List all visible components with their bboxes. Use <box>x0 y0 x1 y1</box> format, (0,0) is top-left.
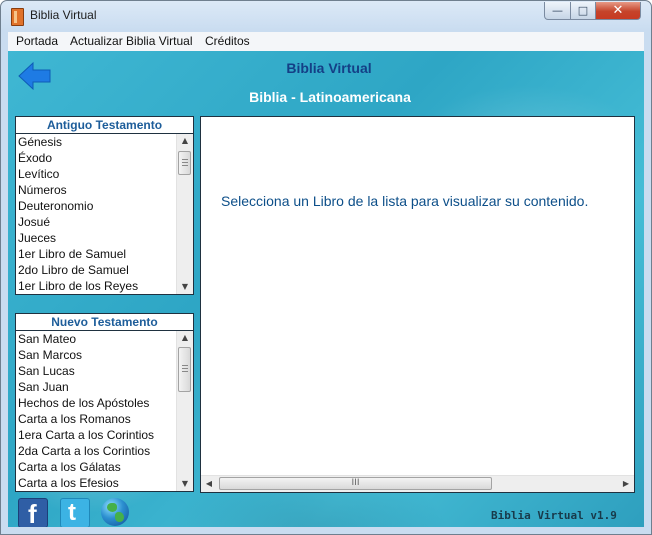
book-item[interactable]: Éxodo <box>18 150 177 166</box>
scroll-down-arrow-icon[interactable]: ▼ <box>177 477 193 491</box>
book-item[interactable]: Hechos de los Apóstoles <box>18 395 177 411</box>
globe-icon[interactable] <box>101 498 129 526</box>
app-title: Biblia Virtual <box>286 60 372 76</box>
book-item[interactable]: Carta a los Romanos <box>18 411 177 427</box>
book-item[interactable]: San Mateo <box>18 331 177 347</box>
scroll-thumb[interactable] <box>178 347 191 392</box>
horizontal-scroll-thumb[interactable]: III <box>219 477 492 490</box>
scroll-right-arrow-icon[interactable]: ▶ <box>618 476 634 492</box>
horizontal-scrollbar[interactable]: ◀ III ▶ <box>201 475 634 492</box>
book-item[interactable]: Números <box>18 182 177 198</box>
book-item[interactable]: San Juan <box>18 379 177 395</box>
old-testament-list[interactable]: Génesis Éxodo Levítico Números Deuterono… <box>16 134 193 294</box>
scroll-up-arrow-icon[interactable]: ▲ <box>177 134 193 148</box>
old-testament-scrollbar[interactable]: ▲ ▼ <box>176 134 193 294</box>
maximize-button[interactable]: □ <box>570 2 596 20</box>
scroll-thumb[interactable] <box>178 151 191 175</box>
title-bar[interactable]: Biblia Virtual — □ ✕ <box>1 1 651 31</box>
menu-creditos[interactable]: Créditos <box>205 34 250 48</box>
book-item[interactable]: 1er Libro de los Reyes <box>18 278 177 294</box>
new-testament-list[interactable]: San Mateo San Marcos San Lucas San Juan … <box>16 331 193 491</box>
book-item[interactable]: Carta a los Efesios <box>18 475 177 491</box>
book-item[interactable]: 2da Carta a los Corintios <box>18 443 177 459</box>
book-item[interactable]: San Marcos <box>18 347 177 363</box>
new-testament-panel: Nuevo Testamento San Mateo San Marcos Sa… <box>15 313 194 492</box>
scroll-up-arrow-icon[interactable]: ▲ <box>177 331 193 345</box>
book-item[interactable]: 2do Libro de Samuel <box>18 262 177 278</box>
menu-bar: Portada Actualizar Biblia Virtual Crédit… <box>8 32 644 52</box>
window-title: Biblia Virtual <box>30 8 97 22</box>
new-testament-title: Nuevo Testamento <box>16 314 193 331</box>
bible-version-title: Biblia - Latinoamericana <box>249 89 411 105</box>
facebook-icon[interactable]: f <box>18 498 48 527</box>
book-item[interactable]: Génesis <box>18 134 177 150</box>
book-item[interactable]: 1era Carta a los Corintios <box>18 427 177 443</box>
book-item[interactable]: San Lucas <box>18 363 177 379</box>
new-testament-scrollbar[interactable]: ▲ ▼ <box>176 331 193 491</box>
book-item[interactable]: Carta a los Gálatas <box>18 459 177 475</box>
app-version: Biblia Virtual v1.9 <box>491 509 617 522</box>
old-testament-title: Antiguo Testamento <box>16 117 193 134</box>
scroll-left-arrow-icon[interactable]: ◀ <box>201 476 217 492</box>
book-item[interactable]: Deuteronomio <box>18 198 177 214</box>
book-content-viewer[interactable]: Selecciona un Libro de la lista para vis… <box>200 116 635 493</box>
scroll-down-arrow-icon[interactable]: ▼ <box>177 280 193 294</box>
instruction-message: Selecciona un Libro de la lista para vis… <box>221 193 589 209</box>
book-item[interactable]: 1er Libro de Samuel <box>18 246 177 262</box>
old-testament-panel: Antiguo Testamento Génesis Éxodo Levític… <box>15 116 194 295</box>
book-item[interactable]: Jueces <box>18 230 177 246</box>
app-window: Biblia Virtual — □ ✕ Portada Actualizar … <box>0 0 652 535</box>
minimize-button[interactable]: — <box>544 2 571 20</box>
menu-actualizar[interactable]: Actualizar Biblia Virtual <box>70 34 193 48</box>
close-button[interactable]: ✕ <box>595 2 641 20</box>
book-item[interactable]: Josué <box>18 214 177 230</box>
menu-portada[interactable]: Portada <box>16 34 58 48</box>
bible-app-icon <box>11 8 24 26</box>
main-content: Biblia Virtual Biblia - Latinoamericana … <box>8 51 644 527</box>
book-item[interactable]: Levítico <box>18 166 177 182</box>
twitter-icon[interactable]: t <box>60 498 90 527</box>
